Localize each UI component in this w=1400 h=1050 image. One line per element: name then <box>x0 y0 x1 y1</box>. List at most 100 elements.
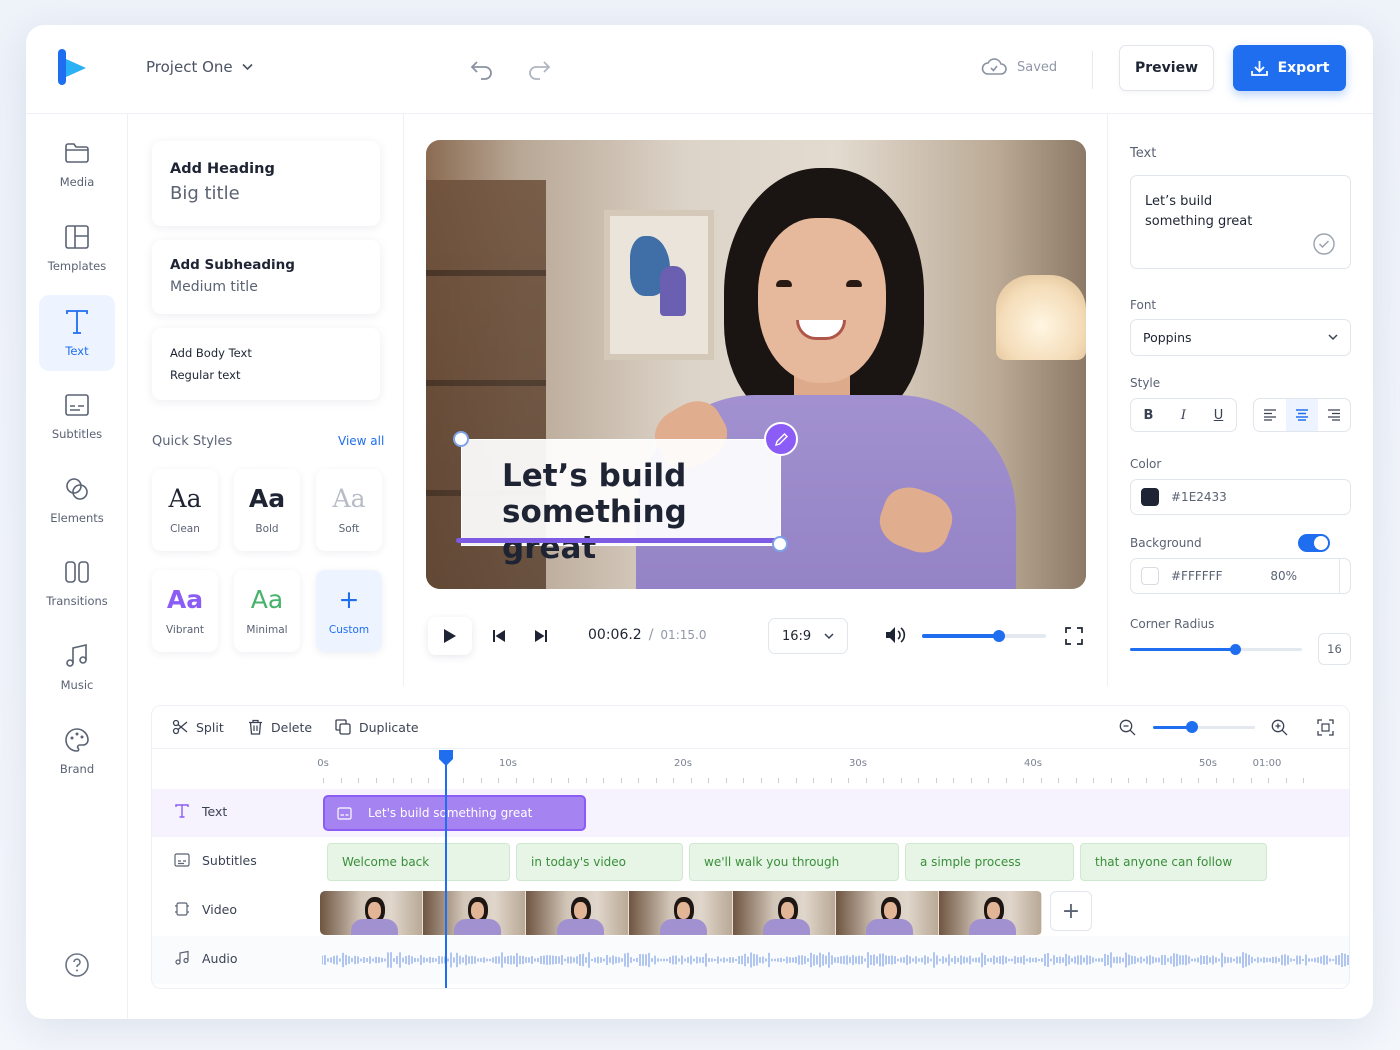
ruler-tick <box>970 778 972 783</box>
ruler-tick <box>1005 778 1007 783</box>
underline-button[interactable]: U <box>1201 399 1236 431</box>
zoom-in-icon[interactable] <box>1271 719 1288 736</box>
corner-radius-value[interactable]: 16 <box>1318 633 1351 665</box>
sidebar-item-media[interactable]: Media <box>39 126 115 202</box>
project-selector[interactable]: Project One <box>146 58 253 76</box>
track-label: Text <box>174 803 227 819</box>
caption-overlay[interactable]: Let’s build something great <box>461 439 781 566</box>
help-icon[interactable] <box>64 952 90 978</box>
presenter-eye <box>776 280 792 287</box>
ruler-tick <box>1075 778 1077 783</box>
playhead-handle[interactable] <box>437 749 455 767</box>
app-logo[interactable] <box>56 49 90 87</box>
duplicate-button[interactable]: Duplicate <box>335 719 419 735</box>
sidebar-item-text[interactable]: Text <box>39 295 115 371</box>
video-preview[interactable]: Let’s build something great <box>426 140 1086 589</box>
text-clip[interactable]: Let's build something great <box>323 795 586 831</box>
ruler-tick <box>918 778 919 783</box>
check-circle-icon[interactable] <box>1312 232 1336 256</box>
italic-button[interactable]: I <box>1166 399 1201 431</box>
background-field[interactable]: #FFFFFF 80% <box>1130 558 1351 594</box>
fit-to-screen-icon[interactable] <box>1317 719 1334 736</box>
corner-radius-slider[interactable] <box>1130 644 1302 655</box>
audio-waveform[interactable] <box>322 941 1350 979</box>
ruler-tick <box>1058 778 1059 783</box>
video-thumbnail <box>732 891 836 935</box>
background-swatch[interactable] <box>1141 567 1159 585</box>
edit-caption-button[interactable] <box>764 422 798 456</box>
resize-handle[interactable] <box>453 431 469 447</box>
ruler-tick <box>673 778 674 783</box>
bold-button[interactable]: B <box>1131 399 1166 431</box>
text-content-field[interactable]: Let’s build something great <box>1130 175 1351 269</box>
style-vibrant[interactable]: Aa Vibrant <box>152 570 218 652</box>
color-field[interactable]: #1E2433 <box>1130 479 1351 515</box>
background-opacity[interactable]: 80% <box>1270 559 1340 593</box>
style-bold[interactable]: Aa Bold <box>234 469 300 551</box>
current-time: 00:06.2 <box>588 627 642 643</box>
fullscreen-button[interactable] <box>1063 625 1085 647</box>
aspect-ratio-value: 16:9 <box>782 628 812 644</box>
preview-button[interactable]: Preview <box>1119 45 1214 91</box>
subtitle-clip[interactable]: in today's video <box>516 843 683 881</box>
split-button[interactable]: Split <box>172 719 224 735</box>
style-minimal[interactable]: Aa Minimal <box>234 570 300 652</box>
align-right-icon <box>1328 409 1340 421</box>
sidebar-item-subtitles[interactable]: Subtitles <box>39 378 115 454</box>
add-heading-card[interactable]: Add Heading Big title <box>152 141 380 226</box>
add-subheading-card[interactable]: Add Subheading Medium title <box>152 240 380 314</box>
sidebar-item-music[interactable]: Music <box>39 629 115 705</box>
subtitle-clip[interactable]: Welcome back <box>327 843 510 881</box>
align-center-button[interactable] <box>1286 399 1318 431</box>
sidebar-item-brand[interactable]: Brand <box>39 713 115 789</box>
style-glyph: Aa <box>250 585 284 614</box>
corner-radius-knob[interactable] <box>1229 644 1241 655</box>
style-custom[interactable]: + Custom <box>316 570 382 652</box>
zoom-slider[interactable] <box>1153 721 1255 733</box>
zoom-out-icon[interactable] <box>1119 719 1136 736</box>
zoom-knob[interactable] <box>1186 721 1198 733</box>
delete-button[interactable]: Delete <box>248 719 312 735</box>
time-ruler[interactable]: 0s 10s 20s 30s 40s 50s 01:00 <box>312 749 1349 787</box>
text-section-label: Text <box>1130 146 1157 161</box>
skip-back-button[interactable] <box>488 625 510 647</box>
font-select[interactable]: Poppins <box>1130 319 1351 356</box>
sidebar-item-elements[interactable]: Elements <box>39 462 115 538</box>
color-swatch[interactable] <box>1141 488 1159 506</box>
subtitle-clip[interactable]: a simple process <box>905 843 1074 881</box>
text-clip-label: Let's build something great <box>368 806 533 820</box>
text-icon <box>66 310 88 334</box>
ruler-label: 10s <box>499 758 517 769</box>
sidebar-item-templates[interactable]: Templates <box>39 210 115 286</box>
pencil-icon <box>774 432 788 446</box>
skip-forward-button[interactable] <box>530 625 552 647</box>
volume-button[interactable] <box>884 623 908 647</box>
volume-icon <box>886 627 906 643</box>
video-clip[interactable] <box>320 891 1042 935</box>
quick-styles-title: Quick Styles <box>152 434 233 449</box>
volume-knob[interactable] <box>993 630 1005 642</box>
add-clip-button[interactable]: + <box>1050 891 1092 931</box>
view-all-link[interactable]: View all <box>338 434 384 448</box>
presenter-face <box>758 218 886 383</box>
ruler-tick <box>410 778 412 783</box>
align-left-button[interactable] <box>1254 399 1286 431</box>
resize-handle[interactable] <box>772 536 788 552</box>
redo-icon[interactable] <box>526 55 552 81</box>
subtitle-clip[interactable]: that anyone can follow <box>1080 843 1267 881</box>
undo-icon[interactable] <box>469 55 495 81</box>
play-button[interactable] <box>428 617 472 655</box>
background-toggle[interactable] <box>1298 534 1330 552</box>
align-right-button[interactable] <box>1318 399 1350 431</box>
subtitle-clip[interactable]: we'll walk you through <box>689 843 899 881</box>
export-label: Export <box>1277 60 1330 76</box>
aspect-ratio-select[interactable]: 16:9 <box>768 618 848 654</box>
text-value-line: Let’s build <box>1145 194 1213 209</box>
style-soft[interactable]: Aa Soft <box>316 469 382 551</box>
style-clean[interactable]: Aa Clean <box>152 469 218 551</box>
export-button[interactable]: Export <box>1233 45 1346 91</box>
timeline-toolbar: Split Delete Duplicate <box>152 706 1349 749</box>
volume-slider[interactable] <box>922 630 1046 642</box>
add-body-text-card[interactable]: Add Body Text Regular text <box>152 328 380 400</box>
sidebar-item-transitions[interactable]: Transitions <box>39 545 115 621</box>
